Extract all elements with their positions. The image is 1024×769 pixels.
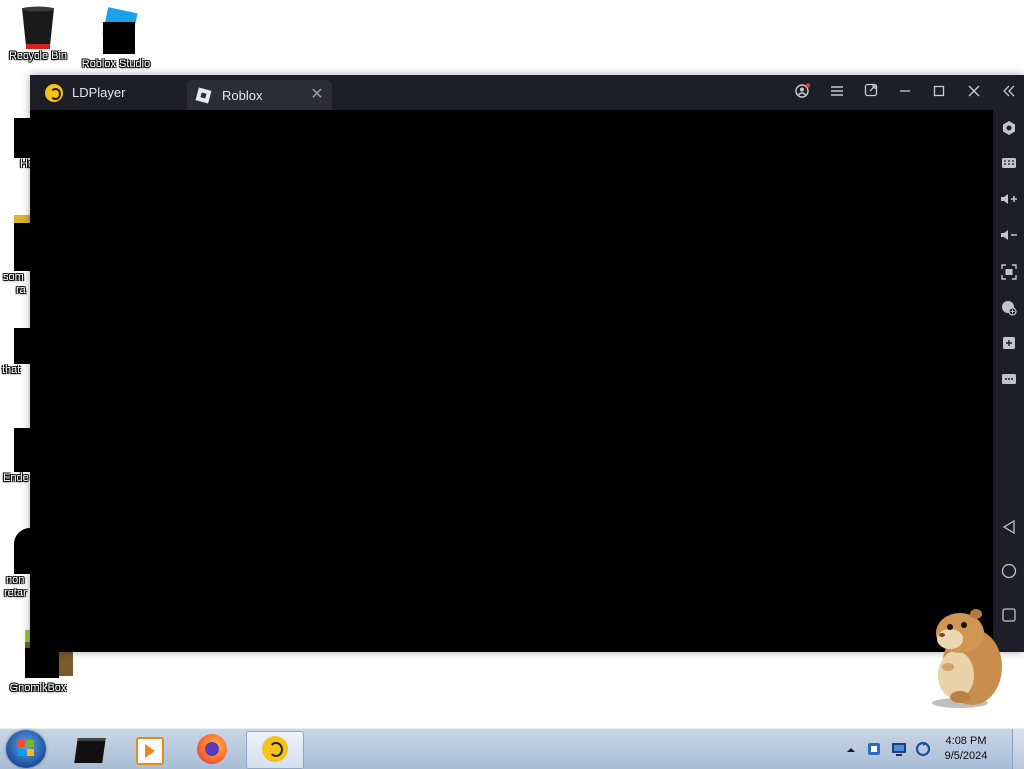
ldplayer-icon bbox=[262, 736, 288, 762]
settings-icon[interactable] bbox=[999, 118, 1019, 138]
desktop-icon-recycle-bin[interactable]: Recycle Bin bbox=[2, 6, 74, 63]
keyboard-mapping-icon[interactable] bbox=[999, 154, 1019, 174]
add-icon[interactable] bbox=[999, 334, 1019, 354]
media-player-icon bbox=[136, 737, 164, 765]
tab-roblox[interactable]: Roblox ✕ bbox=[187, 80, 332, 110]
clock-date: 9/5/2024 bbox=[944, 750, 988, 762]
popout-icon[interactable] bbox=[861, 83, 881, 103]
account-icon[interactable] bbox=[793, 83, 813, 103]
home-icon[interactable] bbox=[999, 561, 1019, 581]
black-app-icon bbox=[74, 738, 106, 763]
desktop-label: GnomikBox bbox=[9, 682, 67, 694]
more-icon[interactable] bbox=[999, 370, 1019, 390]
app-home-tab[interactable]: LDPlayer bbox=[30, 75, 185, 110]
taskbar-app-firefox[interactable] bbox=[184, 731, 240, 767]
menu-icon[interactable] bbox=[827, 83, 847, 103]
display-icon[interactable] bbox=[891, 741, 907, 757]
ldplayer-window[interactable]: LDPlayer Roblox ✕ bbox=[30, 75, 1024, 652]
show-hidden-icons[interactable] bbox=[846, 742, 856, 754]
recycle-bin-icon bbox=[19, 6, 57, 50]
title-bar[interactable]: LDPlayer Roblox ✕ bbox=[30, 75, 1024, 110]
sync-icon[interactable] bbox=[915, 741, 931, 757]
desktop-pet-hamster[interactable] bbox=[920, 605, 1010, 710]
show-desktop-button[interactable] bbox=[1012, 729, 1024, 769]
app-name: LDPlayer bbox=[72, 85, 126, 100]
volume-up-icon[interactable] bbox=[999, 190, 1019, 210]
taskbar-app-media-player[interactable] bbox=[122, 731, 178, 767]
back-icon[interactable] bbox=[999, 517, 1019, 537]
roblox-icon bbox=[195, 87, 212, 103]
desktop-label: Roblox Studio bbox=[81, 58, 151, 70]
desktop-icon-roblox-studio[interactable]: Roblox Studio bbox=[80, 6, 152, 71]
network-icon[interactable] bbox=[866, 741, 882, 757]
tab-title: Roblox bbox=[222, 87, 263, 103]
taskbar-app-black[interactable] bbox=[62, 731, 118, 767]
roblox-studio-icon bbox=[91, 6, 141, 56]
taskbar-app-ldplayer[interactable] bbox=[246, 731, 304, 769]
clock-time: 4:08 PM bbox=[945, 735, 987, 747]
desktop-label: Recycle Bin bbox=[8, 50, 68, 62]
android-screen[interactable] bbox=[30, 110, 993, 652]
taskbar: 4:08 PM 9/5/2024 bbox=[0, 728, 1024, 769]
system-clock[interactable]: 4:08 PM 9/5/2024 bbox=[930, 734, 1002, 764]
screenshot-icon[interactable] bbox=[999, 262, 1019, 282]
volume-down-icon[interactable] bbox=[999, 226, 1019, 246]
minimize-icon[interactable] bbox=[895, 83, 915, 103]
start-orb-icon[interactable] bbox=[6, 730, 46, 768]
ldplayer-logo-icon bbox=[45, 83, 63, 102]
maximize-icon[interactable] bbox=[929, 83, 949, 103]
close-icon[interactable] bbox=[964, 83, 984, 103]
firefox-icon bbox=[197, 734, 227, 764]
close-tab-icon[interactable]: ✕ bbox=[308, 86, 326, 104]
collapse-sidebar-icon[interactable] bbox=[999, 83, 1019, 103]
install-apk-icon[interactable] bbox=[999, 298, 1019, 318]
tool-sidebar bbox=[993, 75, 1024, 652]
